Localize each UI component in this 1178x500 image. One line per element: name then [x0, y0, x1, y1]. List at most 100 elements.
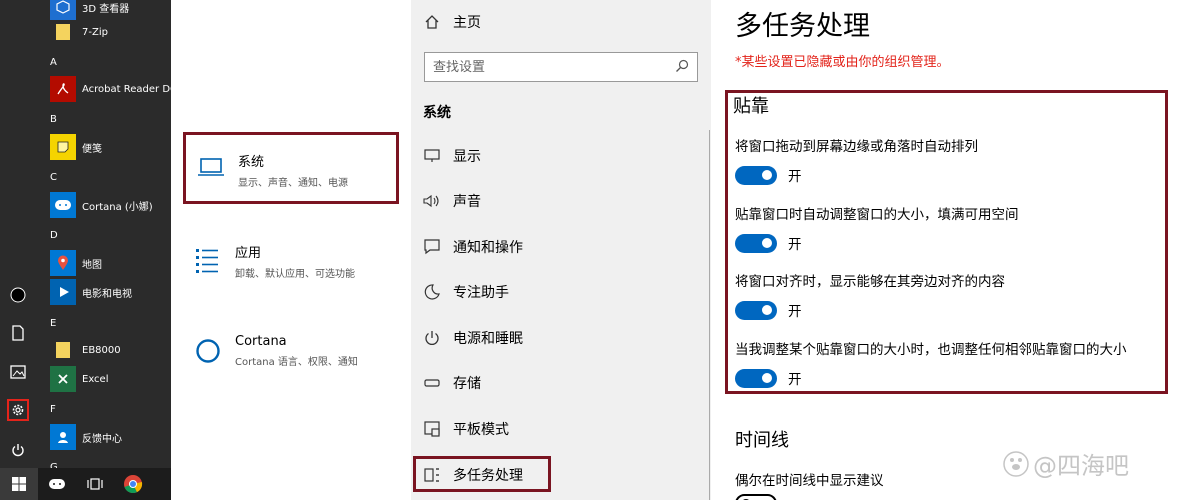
nav-item-label: 声音 — [453, 194, 481, 210]
nav-item-display[interactable]: 显示 — [411, 136, 711, 176]
toggle-state-label: 开 — [788, 372, 802, 388]
category-system[interactable]: 系统 显示、声音、通知、电源 — [183, 132, 399, 204]
settings-categories: 系统 显示、声音、通知、电源 应用 卸载、默认应用、可选功能 Cortana C… — [171, 0, 411, 500]
folder-icon — [50, 337, 76, 363]
acrobat-icon — [50, 76, 76, 102]
letter-header[interactable]: E — [50, 318, 56, 329]
settings-gear-icon[interactable] — [7, 399, 29, 421]
app-item-sticky-notes[interactable]: 便笺 — [38, 132, 171, 162]
app-item-maps[interactable]: 地图 — [38, 248, 171, 278]
settings-search-box[interactable] — [424, 52, 698, 82]
nav-item-focus-assist[interactable]: 专注助手 — [411, 272, 711, 312]
toggle-switch[interactable] — [735, 233, 777, 253]
start-menu: 3D 查看器 7-Zip A Acrobat Reader DC B 便笺 C … — [0, 0, 171, 500]
timeline-section-title: 时间线 — [735, 430, 789, 451]
app-item-acrobat[interactable]: Acrobat Reader DC — [38, 74, 171, 104]
monitor-icon — [423, 147, 441, 165]
option-description: 贴靠窗口时自动调整窗口的大小，填满可用空间 — [735, 207, 1019, 223]
toggle-state-label: 开 — [788, 169, 802, 185]
cortana-app-icon — [50, 192, 76, 218]
letter-header[interactable]: F — [50, 404, 56, 415]
speaker-icon — [423, 192, 441, 210]
scrollbar[interactable] — [709, 130, 710, 500]
home-icon — [423, 13, 441, 31]
multitasking-page: 多任务处理 *某些设置已隐藏或由你的组织管理。 贴靠 将窗口拖动到屏幕边缘或角落… — [711, 0, 1178, 500]
movies-tv-icon — [50, 279, 76, 305]
app-label: 7-Zip — [82, 26, 108, 38]
app-label: 3D 查看器 — [82, 3, 130, 15]
category-title: 应用 — [235, 246, 262, 261]
nav-item-label: 专注助手 — [453, 285, 509, 301]
letter-header[interactable]: A — [50, 57, 57, 68]
app-label: Excel — [82, 373, 109, 385]
nav-item-notifications[interactable]: 通知和操作 — [411, 227, 711, 267]
nav-item-label: 平板模式 — [453, 422, 509, 438]
tablet-icon — [423, 420, 441, 438]
sticky-notes-icon — [50, 134, 76, 160]
letter-header[interactable]: C — [50, 172, 57, 183]
toggle-switch[interactable] — [735, 368, 777, 388]
documents-icon[interactable] — [7, 322, 29, 344]
start-button[interactable] — [0, 468, 38, 500]
paw-logo-icon — [1003, 450, 1029, 477]
folder-icon — [50, 19, 76, 45]
watermark: @四海吧 — [1003, 446, 1129, 481]
app-label: 地图 — [82, 259, 102, 271]
category-title: 系统 — [238, 155, 265, 170]
letter-header[interactable]: D — [50, 230, 58, 241]
nav-item-multitasking[interactable]: 多任务处理 — [411, 455, 711, 495]
category-apps[interactable]: 应用 卸载、默认应用、可选功能 — [183, 226, 399, 298]
nav-item-sound[interactable]: 声音 — [411, 181, 711, 221]
app-item-movies-tv[interactable]: 电影和电视 — [38, 277, 171, 307]
nav-item-label: 电源和睡眠 — [453, 331, 523, 347]
category-title: Cortana — [235, 334, 287, 349]
app-label: EB8000 — [82, 344, 121, 356]
app-item-excel[interactable]: Excel — [38, 364, 171, 394]
excel-icon — [50, 366, 76, 392]
cortana-taskbar-icon[interactable] — [38, 468, 76, 500]
nav-item-label: 通知和操作 — [453, 240, 523, 256]
option-description: 将窗口对齐时，显示能够在其旁边对齐的内容 — [735, 274, 1005, 290]
chrome-icon[interactable] — [114, 468, 152, 500]
maps-icon — [50, 250, 76, 276]
taskbar — [0, 468, 171, 500]
task-view-icon[interactable] — [76, 468, 114, 500]
power-icon[interactable] — [7, 439, 29, 461]
letter-header[interactable]: B — [50, 114, 57, 125]
start-rail — [0, 0, 38, 468]
app-item-cortana[interactable]: Cortana (小娜) — [38, 190, 171, 220]
nav-home[interactable]: 主页 — [411, 2, 711, 42]
search-input[interactable] — [433, 59, 653, 75]
nav-item-storage[interactable]: 存储 — [411, 363, 711, 403]
user-avatar-icon[interactable] — [7, 284, 29, 306]
toggle-switch[interactable] — [735, 300, 777, 320]
app-label: 反馈中心 — [82, 433, 122, 445]
laptop-icon — [198, 158, 224, 176]
timeline-toggle-switch[interactable] — [735, 494, 777, 500]
pictures-icon[interactable] — [7, 361, 29, 383]
app-item-7zip[interactable]: 7-Zip — [38, 17, 171, 47]
option-description: 当我调整某个贴靠窗口的大小时，也调整任何相邻贴靠窗口的大小 — [735, 342, 1127, 358]
timeline-option-description: 偶尔在时间线中显示建议 — [735, 473, 884, 489]
nav-section-title: 系统 — [423, 105, 451, 121]
snap-option-2: 贴靠窗口时自动调整窗口的大小，填满可用空间 开 — [735, 203, 1165, 253]
nav-item-tablet-mode[interactable]: 平板模式 — [411, 409, 711, 449]
power-icon — [423, 329, 441, 347]
app-label: Acrobat Reader DC — [82, 83, 171, 95]
apps-list-icon — [196, 249, 218, 273]
category-subtitle: 显示、声音、通知、电源 — [238, 178, 348, 189]
app-item-eb8000[interactable]: EB8000 — [38, 335, 171, 365]
category-subtitle: 卸载、默认应用、可选功能 — [235, 269, 355, 280]
page-title: 多任务处理 — [735, 11, 870, 42]
nav-item-power-sleep[interactable]: 电源和睡眠 — [411, 318, 711, 358]
moon-icon — [423, 283, 441, 301]
feedback-hub-icon — [50, 424, 76, 450]
toggle-switch[interactable] — [735, 165, 777, 185]
toggle-state-label: 开 — [788, 237, 802, 253]
org-managed-note: *某些设置已隐藏或由你的组织管理。 — [735, 55, 950, 70]
category-cortana[interactable]: Cortana Cortana 语言、权限、通知 — [183, 318, 399, 390]
snap-option-4: 当我调整某个贴靠窗口的大小时，也调整任何相邻贴靠窗口的大小 开 — [735, 338, 1165, 388]
app-item-feedback-hub[interactable]: 反馈中心 — [38, 422, 171, 452]
search-icon[interactable] — [675, 58, 689, 77]
watermark-text: @四海吧 — [1033, 452, 1129, 480]
